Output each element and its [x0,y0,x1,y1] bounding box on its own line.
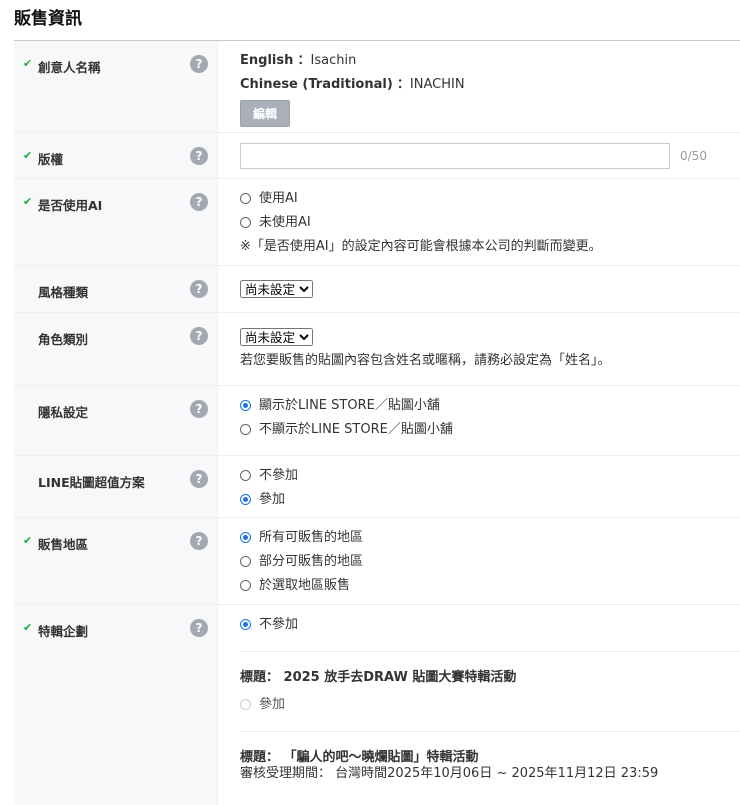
en-label: English [240,53,294,68]
row-creator-name: ✔ 創意人名稱? English ：Isachin Chinese (Tradit… [14,41,740,133]
edit-button[interactable]: 編輯 [240,100,291,127]
row-feature: ✔ 特輯企劃? 不參加 標題： 2025 放手去DRAW 貼圖大賽特輯活動 參加 … [14,605,740,805]
check-icon: ✔ [23,534,33,547]
radio-no-ai[interactable]: 未使用AI [240,211,740,235]
option-label: 於選取地區販售 [259,578,351,593]
option-label: 使用AI [259,191,298,206]
label: LINE貼圖超值方案 [38,475,145,490]
radio-region-all[interactable]: 所有可販售的地區 [240,526,740,550]
colon: ： [396,77,410,92]
row-copyright: ✔ 版權? 0/50 [14,133,740,179]
page-title: 販售資訊 [14,9,82,29]
help-icon[interactable]: ? [190,327,208,345]
label: 隱私設定 [38,405,89,420]
help-icon[interactable]: ? [190,280,208,298]
zh-label: Chinese (Traditional) [240,77,393,92]
en-value: Isachin [310,53,357,68]
option-label: 顯示於LINE STORE／貼圖小舖 [259,398,440,413]
radio-premium-yes[interactable]: 參加 [240,488,740,512]
label: 特輯企劃 [38,624,89,639]
period-label: 審核受理期間： [240,766,332,781]
row-character: 角色類別? 尚未設定 若您要販售的貼圖內容包含姓名或暱稱，請務必設定為「姓名」。 [14,313,740,386]
help-icon[interactable]: ? [190,532,208,550]
event-title: 2025 放手去DRAW 貼圖大賽特輯活動 [283,670,517,685]
style-select[interactable]: 尚未設定 [240,280,313,298]
check-icon: ✔ [23,149,33,162]
radio-event1-join[interactable]: 參加 [240,693,740,717]
option-label: 參加 [259,492,286,507]
option-label: 未使用AI [259,215,311,230]
label: 版權 [38,152,64,167]
row-region: ✔ 販售地區? 所有可販售的地區 部分可販售的地區 於選取地區販售 [14,518,740,605]
label: 創意人名稱 [38,60,101,75]
label: 是否使用AI [38,198,103,213]
radio-hide-store[interactable]: 不顯示於LINE STORE／貼圖小舖 [240,418,740,442]
check-icon: ✔ [23,621,33,634]
character-note: 若您要販售的貼圖內容包含姓名或暱稱，請務必設定為「姓名」。 [240,353,611,368]
help-icon[interactable]: ? [190,400,208,418]
radio-use-ai[interactable]: 使用AI [240,187,740,211]
period-value: 台灣時間2025年10月06日 ~ 2025年11月12日 23:59 [335,766,659,781]
row-style: 風格種類? 尚未設定 [14,266,740,313]
help-icon[interactable]: ? [190,470,208,488]
title-label: 標題： [240,670,280,685]
option-label: 不參加 [259,468,299,483]
option-label: 部分可販售的地區 [259,554,364,569]
radio-premium-no[interactable]: 不參加 [240,464,740,488]
radio-region-partial[interactable]: 部分可販售的地區 [240,550,740,574]
help-icon[interactable]: ? [190,55,208,73]
ai-note: ※「是否使用AI」的設定內容可能會根據本公司的判斷而變更。 [240,239,602,254]
zh-value: INACHIN [409,77,465,92]
help-icon[interactable]: ? [190,147,208,165]
radio-feature-none[interactable]: 不參加 [240,613,740,637]
copyright-input[interactable] [240,143,670,169]
title-label: 標題： [240,750,280,765]
option-label: 不參加 [259,617,299,632]
help-icon[interactable]: ? [190,619,208,637]
row-ai-usage: ✔ 是否使用AI? 使用AI 未使用AI ※「是否使用AI」的設定內容可能會根據本… [14,179,740,266]
radio-show-store[interactable]: 顯示於LINE STORE／貼圖小舖 [240,394,740,418]
check-icon: ✔ [23,57,33,70]
label: 風格種類 [38,285,89,300]
option-label: 所有可販售的地區 [259,530,364,545]
char-counter: 0/50 [680,148,707,163]
option-label: 不顯示於LINE STORE／貼圖小舖 [259,422,453,437]
row-premium: LINE貼圖超值方案? 不參加 參加 [14,456,740,518]
sales-info-table: ✔ 創意人名稱? English ：Isachin Chinese (Tradit… [14,40,740,805]
option-label: 參加 [259,697,286,712]
row-privacy: 隱私設定? 顯示於LINE STORE／貼圖小舖 不顯示於LINE STORE／… [14,386,740,456]
colon: ： [297,53,311,68]
label: 角色類別 [38,332,89,347]
event-title: 「騙人的吧～曉爛貼圖」特輯活動 [283,750,479,765]
radio-region-selected[interactable]: 於選取地區販售 [240,574,740,598]
help-icon[interactable]: ? [190,193,208,211]
character-select[interactable]: 尚未設定 [240,328,313,346]
label: 販售地區 [38,537,89,552]
check-icon: ✔ [23,195,33,208]
